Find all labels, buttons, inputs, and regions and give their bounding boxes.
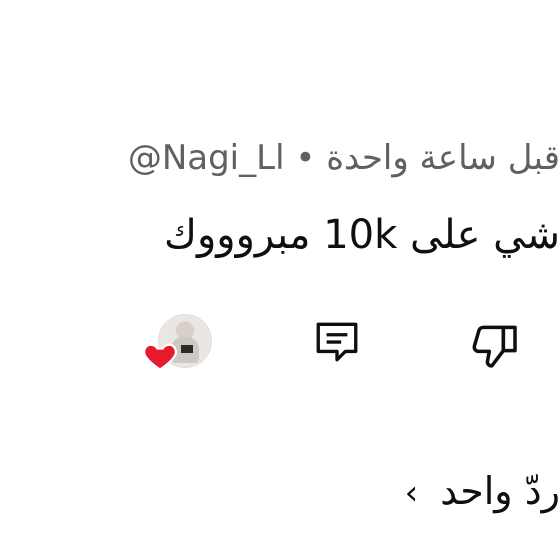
heart-icon [143,343,177,371]
comment-author-handle[interactable]: @Nagi_Ll [128,138,285,178]
creator-heart-badge[interactable] [142,310,214,380]
chevron-left-icon: › [404,473,419,513]
comment-reply-icon [316,322,358,362]
avatar-book [181,345,193,353]
thumbs-down-icon [472,325,517,368]
reply-button[interactable] [312,316,362,366]
comment-actions-bar [0,310,560,380]
view-replies-button[interactable]: ردّ واحد › [405,466,560,518]
comment-text: شي على 10k مبروووك [164,212,560,258]
meta-separator: • [295,138,316,178]
comment-time: قبل ساعة واحدة [326,138,560,178]
comment-meta: قبل ساعة واحدة • @Nagi_Ll [128,134,560,182]
replies-count-label: ردّ واحد [440,469,560,513]
dislike-button[interactable] [466,318,522,374]
